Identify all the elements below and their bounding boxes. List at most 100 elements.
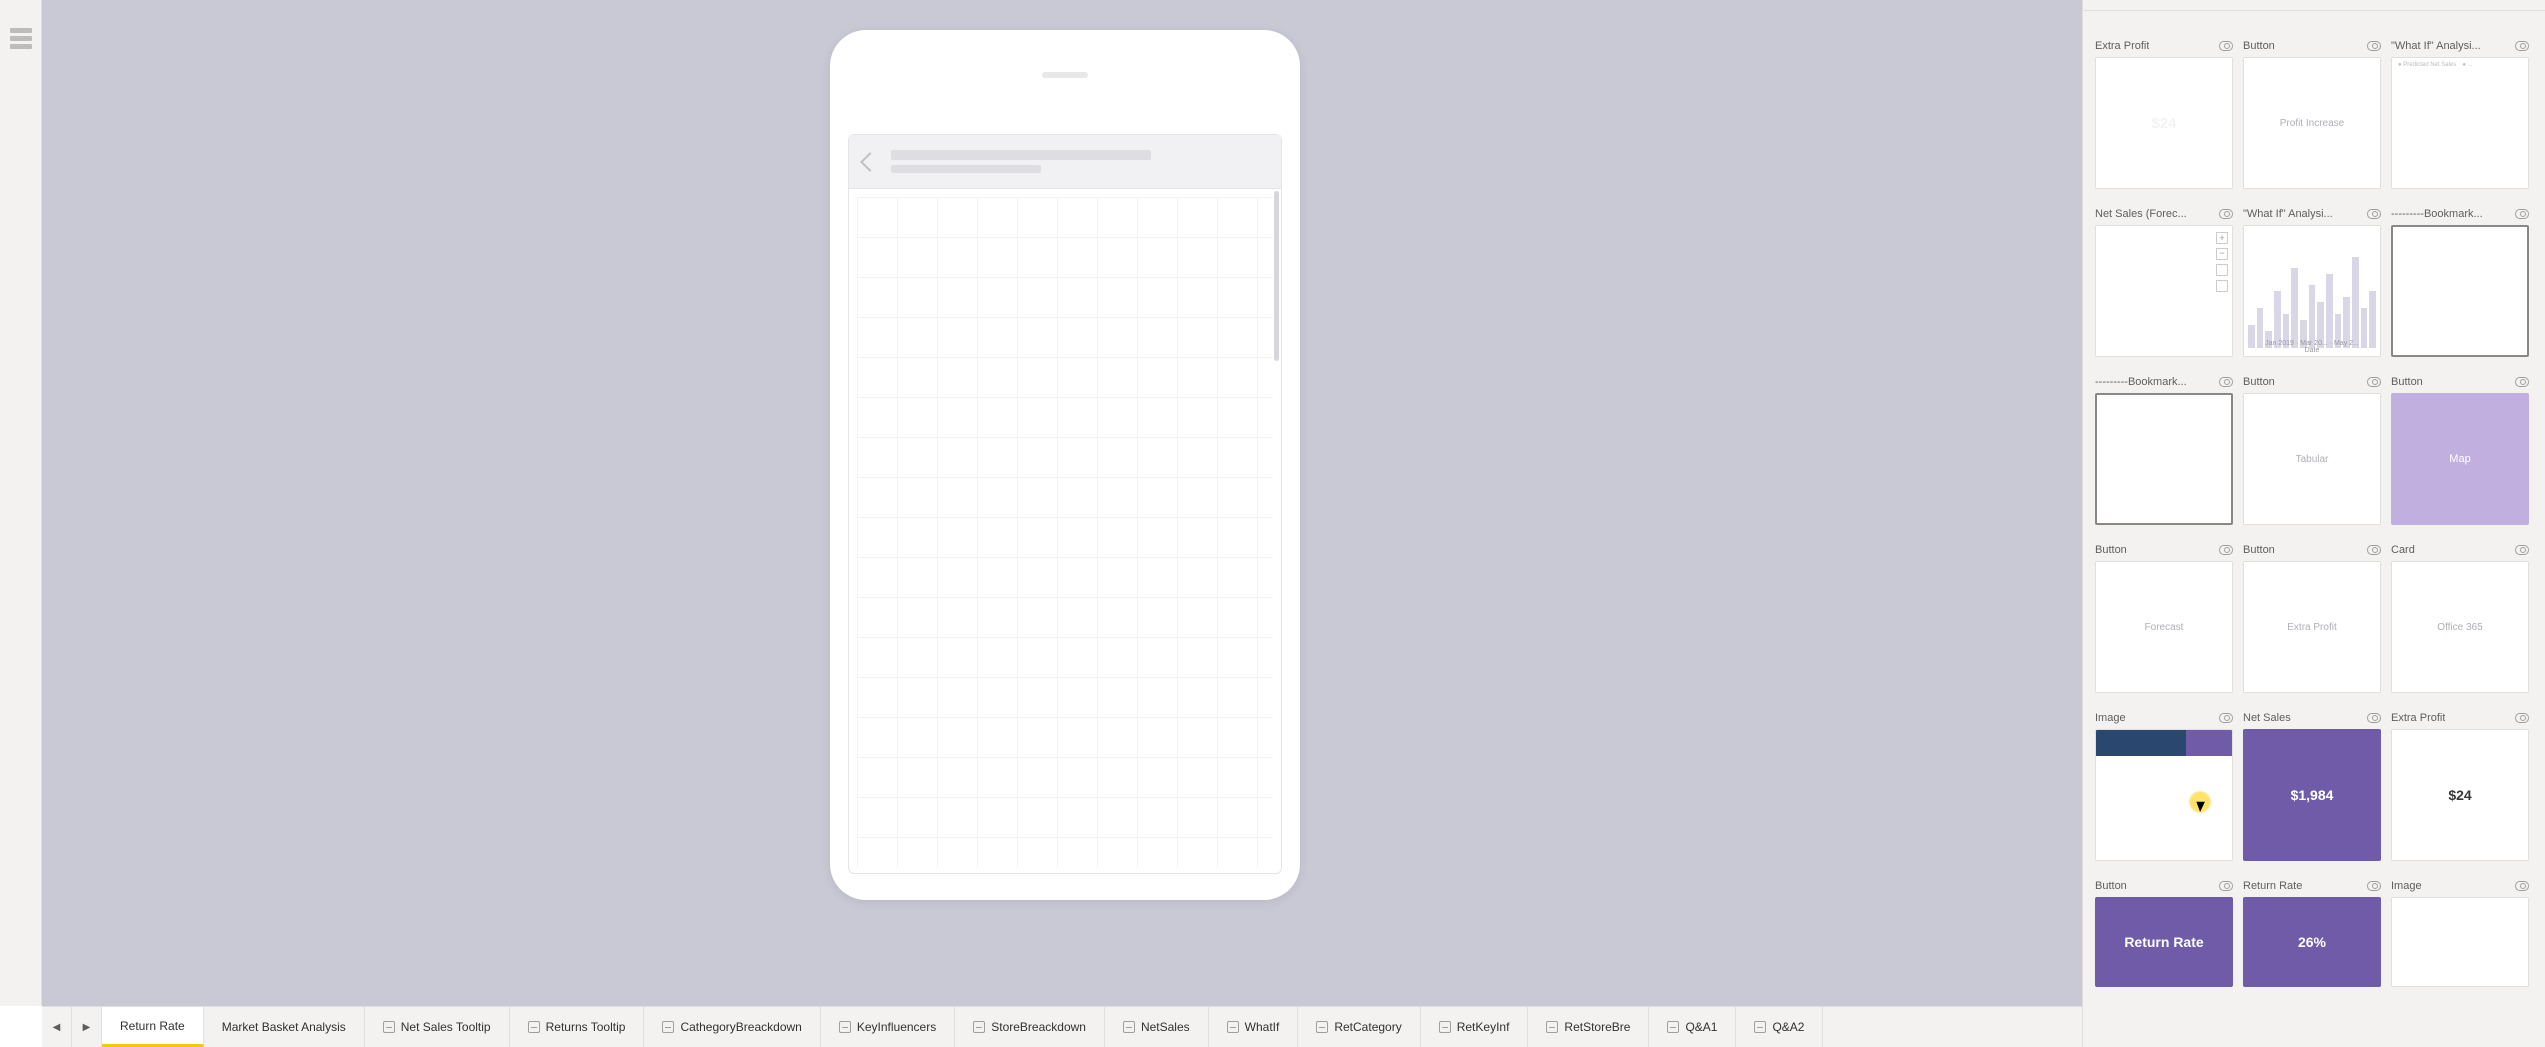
visibility-eye-icon[interactable] — [2515, 377, 2529, 387]
page-tab[interactable]: Q&A2 — [1736, 1007, 1823, 1047]
tab-scroll-right[interactable]: ▶ — [72, 1007, 102, 1047]
visual-tile-name: Return Rate — [2243, 880, 2302, 892]
page-tab[interactable]: Net Sales Tooltip — [365, 1007, 510, 1047]
scrollbar-thumb[interactable] — [1274, 191, 1279, 361]
visual-tile-name: ---------Bookmark... — [2095, 376, 2187, 388]
tile-content: Forecast — [2145, 622, 2184, 633]
left-rail — [0, 0, 42, 1006]
tile-content: Return Rate — [2124, 934, 2203, 950]
tooltip-page-icon — [1439, 1021, 1451, 1033]
tab-label: StoreBreackdown — [991, 1020, 1086, 1034]
mobile-layout-icon[interactable] — [10, 28, 32, 50]
page-tab[interactable]: Market Basket Analysis — [204, 1007, 365, 1047]
visibility-eye-icon[interactable] — [2515, 41, 2529, 51]
visual-tile[interactable]: ● Predicted Net Sales● ... — [2391, 57, 2529, 189]
visual-tile-name: Button — [2243, 40, 2275, 52]
report-header-placeholder — [849, 135, 1281, 189]
visual-tile[interactable] — [2095, 729, 2233, 861]
page-tab[interactable]: KeyInfluencers — [821, 1007, 955, 1047]
visual-tile-name: "What If" Analysi... — [2391, 40, 2481, 52]
visibility-eye-icon[interactable] — [2219, 545, 2233, 555]
tooltip-page-icon — [1754, 1021, 1766, 1033]
tab-scroll-left[interactable]: ◀ — [42, 1007, 72, 1047]
page-tab[interactable]: RetCategory — [1298, 1007, 1420, 1047]
tab-label: WhatIf — [1245, 1020, 1280, 1034]
layout-grid[interactable] — [857, 197, 1273, 867]
page-tab[interactable]: NetSales — [1105, 1007, 1209, 1047]
page-tab[interactable]: Returns Tooltip — [510, 1007, 645, 1047]
tab-label: CathegoryBreackdown — [680, 1020, 801, 1034]
visual-tile[interactable] — [2095, 393, 2233, 525]
page-tab[interactable]: StoreBreackdown — [955, 1007, 1105, 1047]
tooltip-page-icon — [528, 1021, 540, 1033]
tab-label: Net Sales Tooltip — [401, 1020, 491, 1034]
visibility-eye-icon[interactable] — [2367, 209, 2381, 219]
tile-content: Map — [2449, 453, 2470, 465]
visual-tile[interactable] — [2391, 897, 2529, 987]
visibility-eye-icon[interactable] — [2515, 209, 2529, 219]
phone-screen[interactable] — [848, 134, 1282, 874]
phone-frame — [830, 30, 1300, 900]
tooltip-page-icon — [1227, 1021, 1239, 1033]
page-tab[interactable]: CathegoryBreackdown — [644, 1007, 820, 1047]
visibility-eye-icon[interactable] — [2367, 545, 2381, 555]
visual-tile[interactable]: Extra Profit — [2243, 561, 2381, 693]
visibility-eye-icon[interactable] — [2367, 41, 2381, 51]
visual-tile[interactable]: Map — [2391, 393, 2529, 525]
page-tab[interactable]: Return Rate — [102, 1007, 204, 1047]
tooltip-page-icon — [383, 1021, 395, 1033]
visual-tile[interactable]: $24 — [2095, 57, 2233, 189]
visual-tile[interactable]: Forecast — [2095, 561, 2233, 693]
visibility-eye-icon[interactable] — [2219, 713, 2233, 723]
tab-label: Return Rate — [120, 1019, 185, 1033]
visual-tile[interactable]: Profit Increase — [2243, 57, 2381, 189]
tooltip-page-icon — [1316, 1021, 1328, 1033]
visibility-eye-icon[interactable] — [2219, 41, 2233, 51]
visual-tile[interactable]: Tabular — [2243, 393, 2381, 525]
visual-tile-name: Net Sales — [2243, 712, 2291, 724]
tooltip-page-icon — [1546, 1021, 1558, 1033]
visibility-eye-icon[interactable] — [2367, 713, 2381, 723]
visual-tile[interactable]: $1,984 — [2243, 729, 2381, 861]
visibility-eye-icon[interactable] — [2219, 209, 2233, 219]
tile-content: Office 365 — [2437, 622, 2482, 633]
tooltip-page-icon — [839, 1021, 851, 1033]
page-tab[interactable]: RetKeyInf — [1421, 1007, 1529, 1047]
visual-tile[interactable]: 26% — [2243, 897, 2381, 987]
visibility-eye-icon[interactable] — [2367, 881, 2381, 891]
visual-tile-name: Button — [2391, 376, 2423, 388]
visual-tile[interactable] — [2391, 225, 2529, 357]
visual-tile[interactable]: Jan 2019 · Mar 20... · May 2...Date — [2243, 225, 2381, 357]
visual-tile-name: Extra Profit — [2391, 712, 2445, 724]
visual-tile-name: Button — [2095, 880, 2127, 892]
page-tab[interactable]: RetStoreBre — [1528, 1007, 1649, 1047]
visibility-eye-icon[interactable] — [2219, 881, 2233, 891]
visual-tile[interactable]: +− — [2095, 225, 2233, 357]
tab-label: RetStoreBre — [1564, 1020, 1630, 1034]
visual-tile-name: Net Sales (Forec... — [2095, 208, 2187, 220]
visual-tile-name: Image — [2391, 880, 2422, 892]
back-chevron-icon — [860, 152, 880, 172]
visibility-eye-icon[interactable] — [2219, 377, 2233, 387]
tooltip-page-icon — [1123, 1021, 1135, 1033]
page-tab[interactable]: Q&A1 — [1649, 1007, 1736, 1047]
visual-tile[interactable]: Return Rate — [2095, 897, 2233, 987]
visual-tile[interactable]: $24 — [2391, 729, 2529, 861]
visibility-eye-icon[interactable] — [2367, 377, 2381, 387]
mobile-layout-canvas[interactable] — [42, 0, 2082, 1006]
visualizations-panel: Extra Profit$24ButtonProfit Increase"Wha… — [2082, 0, 2545, 1047]
page-tabs: ◀ ▶ Return Rate Market Basket Analysis Net… — [42, 1006, 2082, 1047]
visual-tile-name: "What If" Analysi... — [2243, 208, 2333, 220]
visual-tile-name: Card — [2391, 544, 2415, 556]
mouse-cursor — [2188, 790, 2212, 814]
visibility-eye-icon[interactable] — [2515, 881, 2529, 891]
phone-speaker — [1042, 72, 1088, 78]
tab-label: KeyInfluencers — [857, 1020, 936, 1034]
visual-tile-name: Image — [2095, 712, 2126, 724]
visibility-eye-icon[interactable] — [2515, 713, 2529, 723]
visual-tile-name: ---------Bookmark... — [2391, 208, 2483, 220]
visual-tile[interactable]: Office 365 — [2391, 561, 2529, 693]
visibility-eye-icon[interactable] — [2515, 545, 2529, 555]
tab-label: NetSales — [1141, 1020, 1190, 1034]
page-tab[interactable]: WhatIf — [1209, 1007, 1299, 1047]
